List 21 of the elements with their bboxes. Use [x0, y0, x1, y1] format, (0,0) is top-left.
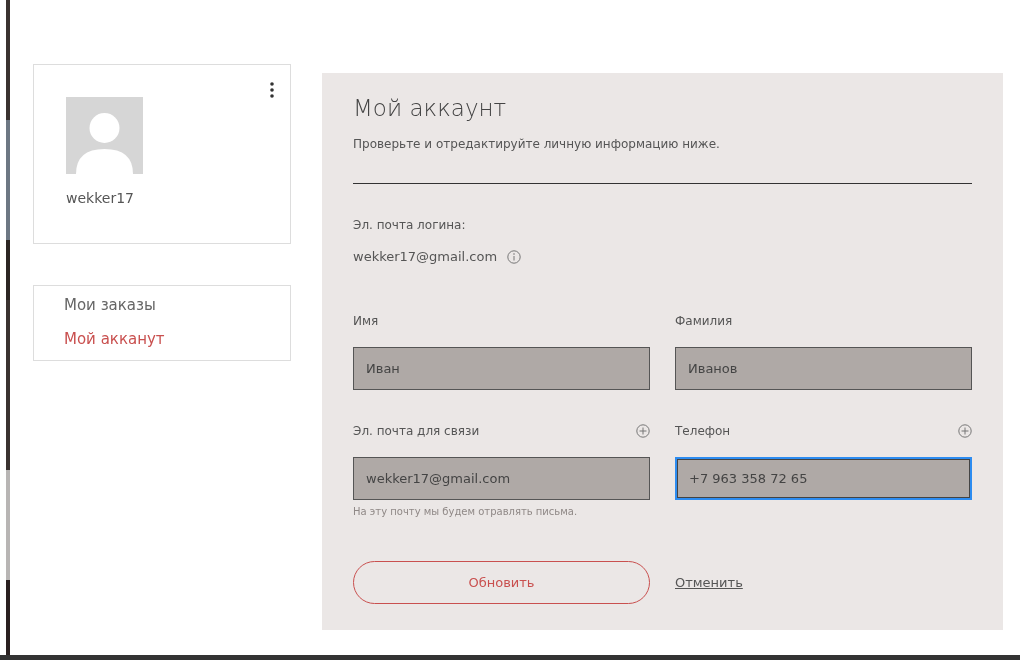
page-title: Мой аккаунт: [353, 95, 508, 121]
more-icon[interactable]: [270, 82, 274, 98]
info-icon[interactable]: [507, 249, 522, 264]
input-field[interactable]: Иван: [353, 347, 650, 390]
add-icon[interactable]: [958, 424, 972, 438]
menu-item[interactable]: Мои заказы: [64, 296, 156, 314]
login-email-label: Эл. почта логина:: [353, 218, 467, 232]
cancel-link[interactable]: Отменить: [675, 575, 743, 590]
menu-item[interactable]: Мой акканут: [64, 330, 165, 348]
input-field[interactable]: wekker17@gmail.com: [353, 457, 650, 500]
add-icon[interactable]: [636, 424, 650, 438]
input-field[interactable]: +7 963 358 72 65: [675, 457, 972, 500]
field-label: Фамилия: [675, 314, 733, 328]
field-label: Телефон: [675, 424, 731, 438]
username: wekker17: [66, 190, 135, 206]
input-field[interactable]: Иванов: [675, 347, 972, 390]
field-label: Имя: [353, 314, 379, 328]
field-hint: На эту почту мы будем отравлять письма.: [353, 506, 579, 517]
subtitle: Проверьте и отредактируйте личную информацию ниже.: [353, 137, 721, 151]
field-label: Эл. почта для связи: [353, 424, 480, 438]
login-email: wekker17@gmail.com: [353, 249, 498, 264]
